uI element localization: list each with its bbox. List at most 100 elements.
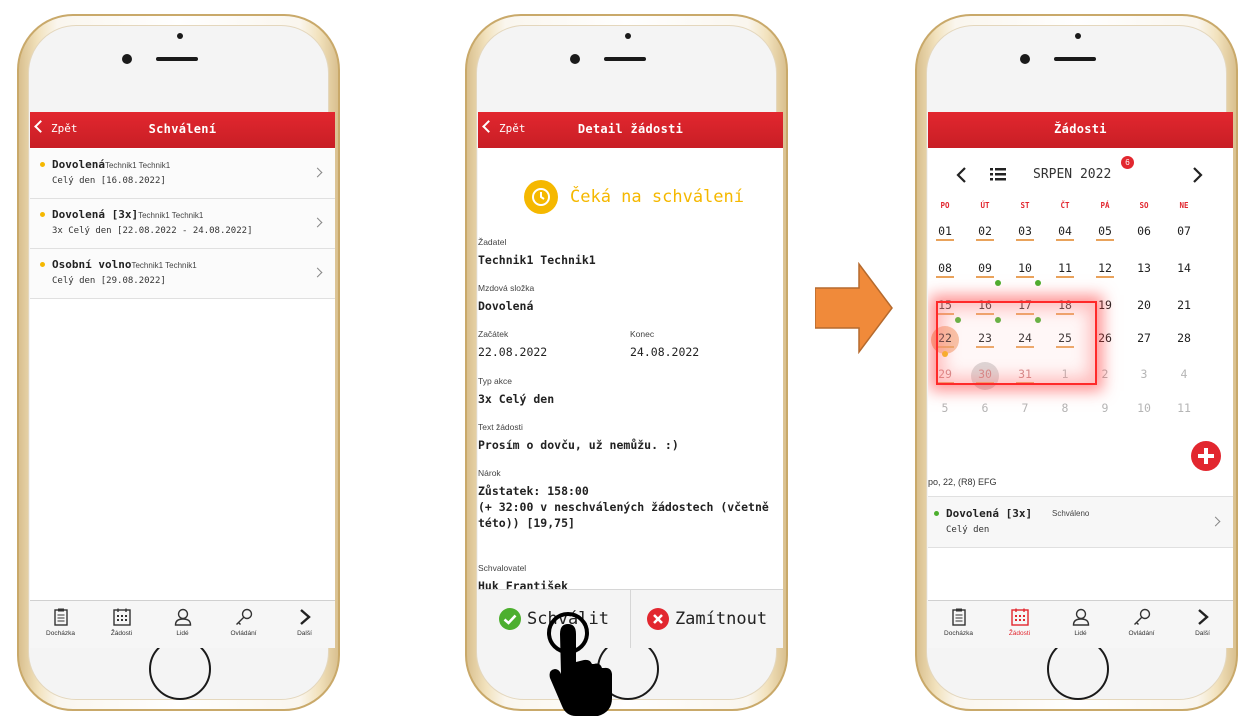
- requester-value: Technik1 Technik1: [478, 253, 596, 267]
- phone-frame-3: Žádosti SRPEN 2022 6 PO ÚT ST ČT PÁ SO NE 01 02…: [915, 14, 1238, 711]
- highlight-box: [936, 301, 1097, 385]
- add-icon[interactable]: [1191, 441, 1221, 471]
- phone-sensor: [1075, 33, 1081, 39]
- calendar-day[interactable]: 10: [1010, 261, 1040, 275]
- event-status: Schváleno: [1052, 509, 1090, 518]
- tab-people[interactable]: Lidé: [1050, 606, 1111, 637]
- calendar-day[interactable]: 03: [1010, 224, 1040, 238]
- approver-label: Schvalovatel: [478, 563, 527, 573]
- tab-more[interactable]: Další: [274, 606, 335, 637]
- tab-requests[interactable]: Žádosti: [989, 606, 1050, 637]
- calendar-day[interactable]: 11: [1169, 401, 1199, 415]
- list-item[interactable]: Osobní volnoTechnik1 Technik1 Celý den […: [30, 249, 335, 299]
- chevron-left-icon[interactable]: [955, 167, 967, 183]
- tab-requests[interactable]: Žádosti: [91, 606, 152, 637]
- chevron-right-icon: [312, 167, 323, 178]
- calendar-day[interactable]: 27: [1129, 331, 1159, 345]
- tab-people[interactable]: Lidé: [152, 606, 213, 637]
- calendar-day[interactable]: 07: [1169, 224, 1199, 238]
- phone-speaker: [1054, 57, 1096, 61]
- status-text: Čeká na schválení: [570, 187, 744, 207]
- calendar-day[interactable]: 04: [1050, 224, 1080, 238]
- calendar-day[interactable]: 7: [1010, 401, 1040, 415]
- calendar-day[interactable]: 3: [1129, 367, 1159, 381]
- request-detail: Celý den [29.08.2022]: [52, 276, 166, 286]
- app-header: Žádosti: [928, 112, 1233, 148]
- tap-hand-icon: [547, 612, 612, 716]
- approved-dot-icon: [934, 511, 939, 516]
- phone-speaker: [156, 57, 198, 61]
- person-icon: [1072, 608, 1089, 626]
- calendar-icon: [1010, 608, 1029, 626]
- request-type: Osobní volno: [52, 258, 132, 271]
- calendar-day[interactable]: 08: [930, 261, 960, 275]
- weekday-label: ÚT: [980, 201, 990, 210]
- action-value: 3x Celý den: [478, 392, 555, 406]
- calendar-day[interactable]: 6: [970, 401, 1000, 415]
- phone-camera: [122, 54, 132, 64]
- calendar-day[interactable]: 8: [1050, 401, 1080, 415]
- event-title: Dovolená [3x]: [946, 507, 1033, 520]
- screen-approvals: Zpět Schválení DovolenáTechnik1 Technik1…: [30, 112, 335, 648]
- calendar-day[interactable]: 5: [930, 401, 960, 415]
- phone-frame-2: Zpět Detail žádosti Čeká na schválení Ža…: [465, 14, 788, 716]
- request-person: Technik1 Technik1: [104, 161, 171, 170]
- wage-value: Dovolená: [478, 299, 534, 313]
- request-detail: 3x Celý den [22.08.2022 - 24.08.2022]: [52, 226, 253, 236]
- calendar-day[interactable]: 12: [1090, 261, 1120, 275]
- chevron-right-icon[interactable]: [1192, 167, 1204, 183]
- calendar-day[interactable]: 10: [1129, 401, 1159, 415]
- tab-attendance[interactable]: Docházka: [928, 606, 989, 637]
- phone-sensor: [625, 33, 631, 39]
- status-row: Čeká na schválení: [524, 180, 744, 214]
- calendar-day[interactable]: 05: [1090, 224, 1120, 238]
- key-icon: [1133, 608, 1150, 625]
- calendar-day[interactable]: 13: [1129, 261, 1159, 275]
- page-title: Žádosti: [1054, 122, 1107, 136]
- list-item[interactable]: Dovolená [3x]Technik1 Technik1 3x Celý d…: [30, 199, 335, 249]
- claim-balance: Zůstatek: 158:00: [478, 484, 589, 498]
- list-item[interactable]: DovolenáTechnik1 Technik1 Celý den [16.0…: [30, 149, 335, 199]
- calendar-day[interactable]: 9: [1090, 401, 1120, 415]
- day-underline: [976, 276, 994, 278]
- selected-day-info: po, 22, (R8) EFG: [928, 477, 997, 487]
- tab-more[interactable]: Další: [1172, 606, 1233, 637]
- request-person: Technik1 Technik1: [138, 211, 204, 220]
- approver-value: Huk František: [478, 579, 569, 589]
- clipboard-icon: [951, 608, 966, 626]
- person-icon: [174, 608, 191, 626]
- arrow-right-icon: [815, 262, 893, 354]
- request-type: Dovolená: [52, 158, 105, 171]
- chevron-right-icon: [299, 609, 311, 625]
- tab-attendance[interactable]: Docházka: [30, 606, 91, 637]
- tab-controls[interactable]: Ovládání: [213, 606, 274, 637]
- requester-label: Žadatel: [478, 237, 507, 247]
- screen-request-detail: Zpět Detail žádosti Čeká na schválení Ža…: [478, 112, 783, 648]
- list-icon[interactable]: [990, 168, 1006, 181]
- reject-button[interactable]: Zamítnout: [631, 590, 783, 648]
- calendar-day[interactable]: 20: [1129, 298, 1159, 312]
- text-label: Text žádosti: [478, 422, 523, 432]
- calendar-day[interactable]: 09: [970, 261, 1000, 275]
- tab-controls[interactable]: Ovládání: [1111, 606, 1172, 637]
- start-value: 22.08.2022: [478, 345, 548, 359]
- calendar-day[interactable]: 4: [1169, 367, 1199, 381]
- start-label: Začátek: [478, 329, 509, 339]
- claim-pending-cont: této)) [19,75]: [478, 516, 575, 530]
- calendar-day[interactable]: 11: [1050, 261, 1080, 275]
- event-item[interactable]: Dovolená [3x] Schváleno Celý den: [928, 496, 1233, 548]
- calendar-day[interactable]: 21: [1169, 298, 1199, 312]
- calendar-day[interactable]: 06: [1129, 224, 1159, 238]
- tab-bar: Docházka Žádosti Lidé Ovládání Další: [30, 600, 335, 648]
- key-icon: [235, 608, 252, 625]
- close-circle-icon: [646, 608, 669, 630]
- calendar-day[interactable]: 28: [1169, 331, 1199, 345]
- calendar-day[interactable]: 14: [1169, 261, 1199, 275]
- calendar-day[interactable]: 01: [930, 224, 960, 238]
- event-detail: Celý den: [946, 525, 990, 535]
- calendar-day[interactable]: 02: [970, 224, 1000, 238]
- weekday-label: PÁ: [1100, 201, 1110, 210]
- day-underline: [936, 276, 954, 278]
- phone-camera: [1020, 54, 1030, 64]
- clock-icon: [524, 180, 558, 214]
